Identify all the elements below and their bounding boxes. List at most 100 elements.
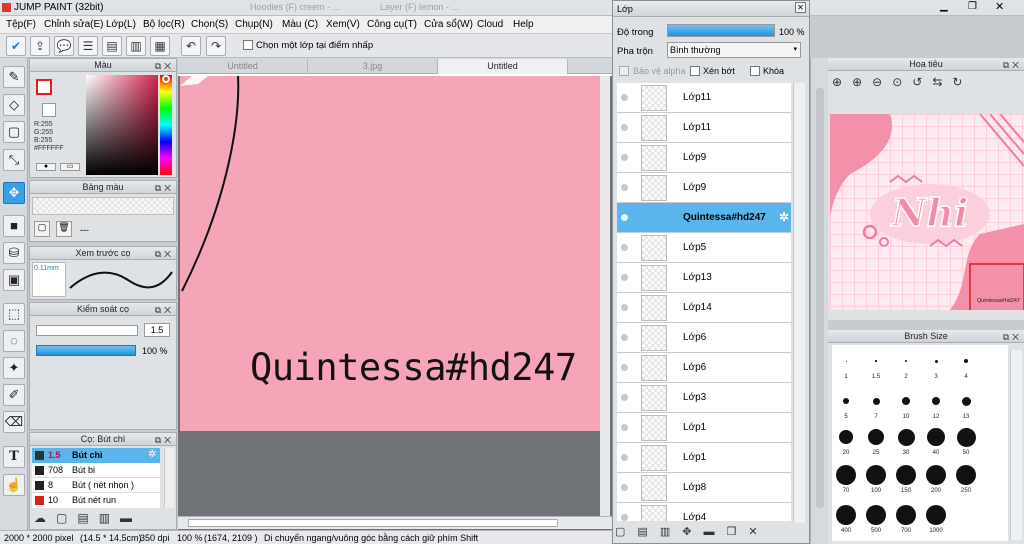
brush-size-option[interactable] xyxy=(843,398,849,404)
panel-controls-icon[interactable]: ⧉✕ xyxy=(155,182,174,194)
duplicate-layer-icon[interactable]: ❐ xyxy=(726,526,748,538)
saturation-value-picker[interactable] xyxy=(86,75,158,175)
minimize-icon[interactable]: ▁ xyxy=(940,1,948,12)
layer-row[interactable]: Lớp13 xyxy=(617,263,791,293)
visibility-icon[interactable] xyxy=(621,424,628,431)
zoom-out-icon[interactable]: ⊖ xyxy=(872,75,892,89)
document-icon[interactable]: ▤ xyxy=(102,36,122,56)
menu-cloud[interactable]: Cloud xyxy=(477,19,503,30)
right-scroll-strip[interactable] xyxy=(810,58,828,544)
brush-size-option[interactable] xyxy=(836,505,856,525)
page-icon[interactable]: ▥ xyxy=(126,36,146,56)
brush-item-shaky[interactable]: 10 Bút nét run xyxy=(32,493,160,508)
copy-brush-icon[interactable]: ▥ xyxy=(99,511,120,525)
background-tab-2[interactable]: Layer (F) lemon - ... xyxy=(380,2,459,12)
doc-tab-untitled-1[interactable]: Untitled xyxy=(178,59,308,74)
layer-row[interactable]: Lớp11 xyxy=(617,113,791,143)
pen-tool-icon[interactable]: ✎ xyxy=(3,66,25,88)
brush-size-option[interactable] xyxy=(839,430,853,444)
layer-row[interactable]: Lớp6 xyxy=(617,353,791,383)
visibility-icon[interactable] xyxy=(621,124,628,131)
restore-icon[interactable]: ❐ xyxy=(968,1,977,12)
export-icon[interactable]: ⇪ xyxy=(30,36,50,56)
menu-view[interactable]: Xem(V) xyxy=(326,19,360,30)
visibility-icon[interactable] xyxy=(621,364,628,371)
doc-tab-untitled-2[interactable]: Untitled xyxy=(438,59,568,74)
gradient-tool-icon[interactable]: ▣ xyxy=(3,269,25,291)
primary-color-swatch[interactable] xyxy=(36,79,52,95)
brush-item-pencil[interactable]: 1.5 Bút chì ✲ xyxy=(32,448,160,463)
brush-size-input[interactable]: 1.5 xyxy=(144,323,170,337)
layer-row[interactable]: Lớp5 xyxy=(617,233,791,263)
panel-controls-icon[interactable]: ⧉✕ xyxy=(155,434,174,446)
panel-controls-icon[interactable]: ⧉✕ xyxy=(155,248,174,260)
menu-capture[interactable]: Chụp(N) xyxy=(235,19,273,30)
protect-alpha-checkbox[interactable] xyxy=(619,66,629,76)
panel-controls-icon[interactable]: ⧉✕ xyxy=(155,60,174,72)
hue-slider[interactable] xyxy=(160,75,172,175)
list-icon[interactable]: ☰ xyxy=(78,36,98,56)
cloud-brush-icon[interactable]: ☁ xyxy=(34,511,56,525)
lasso-select-icon[interactable]: ◌ xyxy=(3,330,25,352)
visibility-icon[interactable] xyxy=(621,514,628,521)
lock-checkbox[interactable] xyxy=(750,66,760,76)
right-scroll-thumb[interactable] xyxy=(816,88,824,508)
panel-controls-icon[interactable]: ⧉✕ xyxy=(1003,59,1022,71)
rotate-right-icon[interactable]: ↻ xyxy=(952,75,972,89)
delete-layer-icon[interactable]: ✕ xyxy=(748,526,769,538)
menu-tools[interactable]: Công cụ(T) xyxy=(367,19,417,30)
visibility-icon[interactable] xyxy=(621,154,628,161)
brush-size-option[interactable] xyxy=(956,465,976,485)
layer-window-close-icon[interactable]: ✕ xyxy=(795,2,806,13)
brush-size-option[interactable] xyxy=(934,359,938,363)
mode-button-2[interactable]: ▭ xyxy=(60,163,80,171)
visibility-icon[interactable] xyxy=(621,184,628,191)
blend-mode-select[interactable]: Bình thường ▾ xyxy=(667,42,801,58)
brush-size-option[interactable] xyxy=(905,360,907,362)
layer-row[interactable]: Lớp11 xyxy=(617,83,791,113)
layer-row[interactable]: Lớp3 xyxy=(617,383,791,413)
fill-rect-icon[interactable]: ■ xyxy=(3,215,25,237)
sync-icon[interactable]: ✔ xyxy=(6,36,26,56)
select-eraser-icon[interactable]: ⌫ xyxy=(3,411,25,433)
visibility-icon[interactable] xyxy=(621,274,628,281)
visibility-icon[interactable] xyxy=(621,94,628,101)
brush-list-scrollbar[interactable] xyxy=(164,448,174,508)
folder-icon[interactable]: ▬ xyxy=(703,526,726,538)
layer-row[interactable]: Lớp4 xyxy=(617,503,791,521)
visibility-icon[interactable] xyxy=(621,454,628,461)
navigator-preview[interactable]: Nhi Quintessa#hd247 xyxy=(830,114,1024,310)
menu-filter[interactable]: Bộ lọc(R) xyxy=(143,19,185,30)
brush-size-slider[interactable] xyxy=(36,325,138,336)
brush-size-option[interactable] xyxy=(875,360,877,362)
eraser-tool-icon[interactable]: ◇ xyxy=(3,94,25,116)
brush-item-ballpoint[interactable]: 708 Bút bi xyxy=(32,463,160,478)
zoom-in-icon[interactable]: ⊕ xyxy=(852,75,872,89)
zoom-fit-icon[interactable]: ⊕ xyxy=(832,75,852,89)
visibility-icon[interactable] xyxy=(621,394,628,401)
brush-size-option[interactable] xyxy=(961,396,971,406)
doc-tab-3jpg[interactable]: 3.jpg xyxy=(308,59,438,74)
comment-icon[interactable]: 💬 xyxy=(54,36,74,56)
selection-rect-icon[interactable]: ▢ xyxy=(3,121,25,143)
layer-settings-icon[interactable]: ✲ xyxy=(779,210,789,224)
magic-wand-icon[interactable]: ✦ xyxy=(3,357,25,379)
new-brush-icon[interactable]: ▢ xyxy=(56,511,77,525)
brush-size-option[interactable] xyxy=(927,428,945,446)
brush-size-option[interactable] xyxy=(926,465,946,485)
brush-size-option[interactable] xyxy=(866,465,886,485)
zoom-reset-icon[interactable]: ⊙ xyxy=(892,75,912,89)
rotate-left-icon[interactable]: ↺ xyxy=(912,75,932,89)
menu-select[interactable]: Chọn(S) xyxy=(191,19,228,30)
grid-icon[interactable]: ▦ xyxy=(150,36,170,56)
brush-size-option[interactable] xyxy=(964,359,968,363)
reference-layer-checkbox[interactable] xyxy=(243,40,253,50)
move-layer-icon[interactable]: ✥ xyxy=(682,526,703,538)
menu-edit[interactable]: Chỉnh sửa(E) xyxy=(44,19,104,30)
layer-row[interactable]: Lớp14 xyxy=(617,293,791,323)
brush-size-option[interactable] xyxy=(926,505,946,525)
layer-opacity-slider[interactable] xyxy=(667,24,775,37)
menu-file[interactable]: Tệp(F) xyxy=(6,19,36,30)
delete-palette-icon[interactable]: 🗑 xyxy=(56,221,72,237)
layer-row[interactable]: Lớp1 xyxy=(617,443,791,473)
